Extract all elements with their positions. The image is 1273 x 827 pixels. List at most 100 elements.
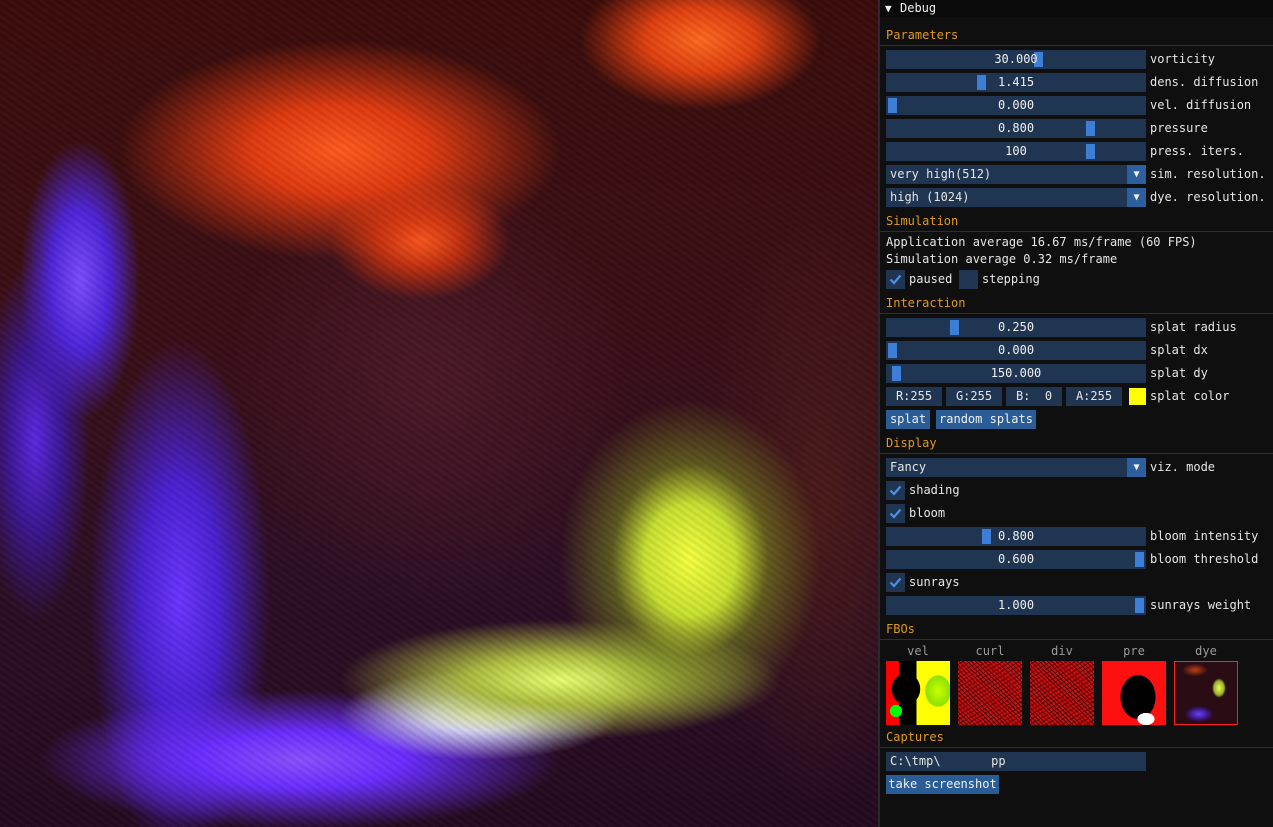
chevron-down-icon[interactable]: ▼ [1127, 188, 1146, 207]
fbo-label-dye: dye [1195, 644, 1217, 658]
separator [880, 453, 1273, 454]
bloom-row: bloom [886, 504, 1271, 523]
shading-row: shading [886, 481, 1271, 500]
dye-resolution-dropdown[interactable]: high (1024) ▼ [886, 188, 1146, 207]
debug-panel: ▼ Debug Parameters 30.000 vorticity 1.41… [878, 0, 1273, 827]
checkmark-icon [889, 508, 902, 519]
sim-average-text: Simulation average 0.32 ms/frame [886, 252, 1118, 266]
fbo-preview-dye[interactable] [1174, 661, 1238, 725]
dropdown-label: viz. mode [1150, 460, 1216, 474]
viz-mode-row: Fancy ▼ viz. mode [886, 458, 1271, 477]
parameters-header[interactable]: Parameters [886, 26, 1271, 45]
fbo-preview-vel[interactable] [886, 661, 950, 725]
fbo-preview-curl[interactable] [958, 661, 1022, 725]
dens-diffusion-row: 1.415 dens. diffusion [886, 73, 1271, 92]
simulation-header[interactable]: Simulation [886, 212, 1271, 231]
window-title: Debug [900, 1, 937, 15]
splat-color-label: splat color [1150, 389, 1230, 403]
pressure-slider[interactable]: 0.800 [886, 119, 1146, 138]
splat-button[interactable]: splat [886, 410, 930, 429]
sunrays-label: sunrays [909, 575, 960, 589]
app-average-text: Application average 16.67 ms/frame (60 F… [886, 235, 1197, 249]
bloom-checkbox[interactable] [886, 504, 905, 523]
separator [880, 639, 1273, 640]
fbo-preview-div[interactable] [1030, 661, 1094, 725]
color-a-field[interactable]: A:255 [1066, 387, 1122, 406]
bloom-threshold-slider[interactable]: 0.600 [886, 550, 1146, 569]
sim-average-row: Simulation average 0.32 ms/frame [886, 251, 1271, 270]
sunrays-weight-row: 1.000 sunrays weight [886, 596, 1271, 615]
captures-header[interactable]: Captures [886, 728, 1271, 747]
fbo-preview-pre[interactable] [1102, 661, 1166, 725]
dropdown-value: very high(512) [890, 167, 992, 181]
fbo-previews-row [886, 661, 1271, 727]
sim-checkbox-row: paused stepping [886, 270, 1271, 289]
fbo-label-pre: pre [1123, 644, 1145, 658]
capture-path-row: C:\tmp\ pp [886, 752, 1271, 771]
slider-value: 0.000 [997, 98, 1035, 112]
slider-label: bloom intensity [1150, 529, 1259, 543]
viz-mode-dropdown[interactable]: Fancy ▼ [886, 458, 1146, 477]
capture-path-value: C:\tmp\ pp [890, 754, 1006, 768]
slider-label: splat dx [1150, 343, 1208, 357]
chevron-down-icon[interactable]: ▼ [1127, 458, 1146, 477]
separator [880, 45, 1273, 46]
collapse-arrow-icon[interactable]: ▼ [885, 0, 892, 17]
fbo-labels-row: vel curl div pre dye [886, 644, 1271, 658]
slider-value: 30.000 [994, 52, 1038, 66]
bloom-label: bloom [909, 506, 946, 520]
splat-radius-row: 0.250 splat radius [886, 318, 1271, 337]
display-header[interactable]: Display [886, 434, 1271, 453]
press-iters-slider[interactable]: 100 [886, 142, 1146, 161]
dropdown-label: sim. resolution. [1150, 167, 1266, 181]
fbos-header[interactable]: FBOs [886, 620, 1271, 639]
paused-checkbox[interactable] [886, 270, 905, 289]
random-splats-button[interactable]: random splats [936, 410, 1036, 429]
splat-dy-slider[interactable]: 150.000 [886, 364, 1146, 383]
fluid-simulation-viewport[interactable] [0, 0, 878, 827]
debug-title-bar[interactable]: ▼ Debug [880, 0, 1273, 17]
slider-label: splat dy [1150, 366, 1208, 380]
vel-diffusion-slider[interactable]: 0.000 [886, 96, 1146, 115]
dropdown-value: Fancy [890, 460, 927, 474]
slider-label: vorticity [1150, 52, 1216, 66]
paused-label: paused [909, 272, 953, 286]
splat-dx-slider[interactable]: 0.000 [886, 341, 1146, 360]
splat-radius-slider[interactable]: 0.250 [886, 318, 1146, 337]
interaction-header[interactable]: Interaction [886, 294, 1271, 313]
slider-label: pressure [1150, 121, 1208, 135]
slider-label: bloom threshold [1150, 552, 1259, 566]
slider-value: 1.000 [997, 598, 1035, 612]
checkmark-icon [889, 274, 902, 285]
screenshot-row: take screenshot [886, 775, 1271, 794]
sim-resolution-row: very high(512) ▼ sim. resolution. [886, 165, 1271, 184]
slider-label: dens. diffusion [1150, 75, 1259, 89]
dens-diffusion-slider[interactable]: 1.415 [886, 73, 1146, 92]
stepping-label: stepping [982, 272, 1040, 286]
take-screenshot-button[interactable]: take screenshot [886, 775, 999, 794]
slider-value: 0.000 [997, 343, 1035, 357]
separator [880, 747, 1273, 748]
fbo-label-curl: curl [975, 644, 1005, 658]
chevron-down-icon[interactable]: ▼ [1127, 165, 1146, 184]
press-iters-row: 100 press. iters. [886, 142, 1271, 161]
color-swatch[interactable] [1129, 388, 1146, 405]
sunrays-weight-slider[interactable]: 1.000 [886, 596, 1146, 615]
capture-path-input[interactable]: C:\tmp\ pp [886, 752, 1146, 771]
slider-label: vel. diffusion [1150, 98, 1252, 112]
slider-value: 0.800 [997, 121, 1035, 135]
fbo-label-vel: vel [907, 644, 929, 658]
shading-checkbox[interactable] [886, 481, 905, 500]
splat-dy-row: 150.000 splat dy [886, 364, 1271, 383]
color-b-field[interactable]: B: 0 [1006, 387, 1062, 406]
color-r-field[interactable]: R:255 [886, 387, 942, 406]
color-g-field[interactable]: G:255 [946, 387, 1002, 406]
slider-value: 0.600 [997, 552, 1035, 566]
sunrays-checkbox[interactable] [886, 573, 905, 592]
vorticity-slider[interactable]: 30.000 [886, 50, 1146, 69]
stepping-checkbox[interactable] [959, 270, 978, 289]
slider-value: 0.800 [997, 529, 1035, 543]
bloom-intensity-slider[interactable]: 0.800 [886, 527, 1146, 546]
sim-resolution-dropdown[interactable]: very high(512) ▼ [886, 165, 1146, 184]
slider-value: 0.250 [997, 320, 1035, 334]
